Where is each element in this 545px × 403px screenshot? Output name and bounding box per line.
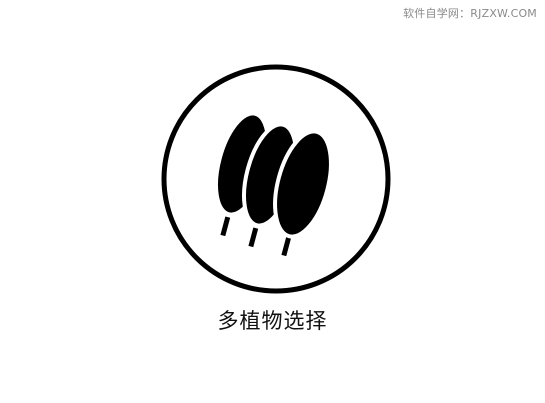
icon-caption: 多植物选择 [217,309,328,333]
plant-icon-graphic [161,64,391,294]
multi-plant-select-icon[interactable] [160,63,392,295]
site-watermark: 软件自学网：RJZXW.COM [403,7,537,20]
